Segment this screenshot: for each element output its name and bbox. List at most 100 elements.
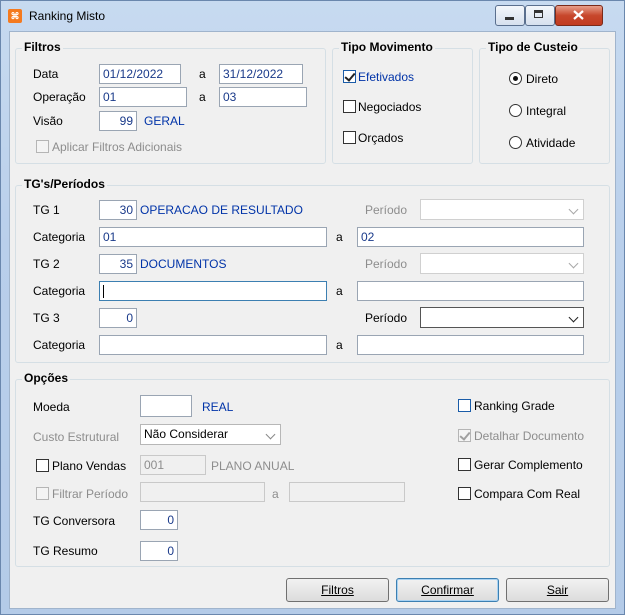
- tg2-periodo-label: Período: [365, 257, 408, 271]
- integral-label: Integral: [526, 104, 567, 118]
- plano-vendas-checkbox[interactable]: [36, 459, 49, 472]
- tg3-label: TG 3: [33, 311, 60, 325]
- visao-description: GERAL: [144, 114, 185, 128]
- moeda-field[interactable]: [140, 395, 192, 417]
- tg-resumo-field[interactable]: 0: [140, 541, 178, 561]
- efetivados-checkbox[interactable]: [343, 70, 356, 83]
- negociados-checkbox[interactable]: [343, 100, 356, 113]
- ranking-grade-checkbox[interactable]: [458, 399, 471, 412]
- sair-button-label: Sair: [546, 583, 569, 597]
- aplicar-filtros-label: Aplicar Filtros Adicionais: [52, 140, 183, 154]
- ranking-grade-label: Ranking Grade: [474, 399, 555, 413]
- aplicar-filtros-checkbox[interactable]: [36, 140, 49, 153]
- filtros-group: Filtros Data 01/12/2022 a 31/12/2022 Ope…: [15, 40, 326, 164]
- compara-com-real-label: Compara Com Real: [474, 487, 581, 501]
- sair-button[interactable]: Sair: [506, 578, 609, 602]
- visao-field[interactable]: 99: [99, 111, 137, 131]
- tg1-periodo-label: Período: [365, 203, 408, 217]
- atividade-radio[interactable]: [509, 136, 522, 149]
- close-button[interactable]: [555, 5, 603, 26]
- categoria3-label: Categoria: [33, 338, 86, 352]
- operacao-label: Operação: [33, 90, 86, 104]
- opcoes-group: Opções Moeda REAL Custo Estrutural Não C…: [15, 371, 610, 567]
- tg1-periodo-select[interactable]: [420, 199, 584, 220]
- detalhar-documento-label: Detalhar Documento: [474, 429, 585, 443]
- categoria3-from-field[interactable]: [99, 335, 327, 355]
- operacao-sep-label: a: [199, 90, 206, 104]
- maximize-button[interactable]: [525, 5, 555, 26]
- categoria2-sep-label: a: [336, 284, 343, 298]
- tg3-periodo-label: Período: [365, 311, 408, 325]
- filtrar-periodo-sep-label: a: [272, 487, 279, 501]
- filtros-button[interactable]: Filtros: [286, 578, 389, 602]
- confirmar-button[interactable]: Confirmar: [396, 578, 499, 602]
- operacao-to-field[interactable]: 03: [219, 87, 307, 107]
- categoria2-from-field[interactable]: [99, 281, 327, 301]
- plano-vendas-field[interactable]: 001: [140, 455, 206, 475]
- data-from-field[interactable]: 01/12/2022: [99, 64, 181, 84]
- negociados-label: Negociados: [358, 100, 422, 114]
- gerar-complemento-checkbox[interactable]: [458, 458, 471, 471]
- categoria1-sep-label: a: [336, 230, 343, 244]
- plano-vendas-description: PLANO ANUAL: [211, 459, 295, 473]
- compara-com-real-checkbox[interactable]: [458, 487, 471, 500]
- categoria1-from-field[interactable]: 01: [99, 227, 327, 247]
- categoria1-to-field[interactable]: 02: [357, 227, 584, 247]
- orcados-label: Orçados: [358, 131, 404, 145]
- tg3-field[interactable]: 0: [99, 308, 137, 328]
- text-caret: [103, 285, 104, 299]
- tg2-periodo-select[interactable]: [420, 253, 584, 274]
- integral-radio[interactable]: [509, 104, 522, 117]
- orcados-checkbox[interactable]: [343, 131, 356, 144]
- custo-estrutural-label: Custo Estrutural: [33, 430, 120, 444]
- custo-estrutural-value: Não Considerar: [144, 427, 229, 441]
- filtrar-periodo-label: Filtrar Período: [52, 487, 129, 501]
- app-icon: ⌘: [8, 9, 22, 23]
- operacao-from-field[interactable]: 01: [99, 87, 187, 107]
- tg-conversora-field[interactable]: 0: [140, 510, 178, 530]
- visao-label: Visão: [33, 114, 63, 128]
- window-title: Ranking Misto: [29, 9, 106, 23]
- tg-conversora-label: TG Conversora: [33, 514, 116, 528]
- maximize-icon: [534, 10, 543, 18]
- direto-label: Direto: [526, 72, 559, 86]
- categoria3-to-field[interactable]: [357, 335, 584, 355]
- categoria2-to-field[interactable]: [357, 281, 584, 301]
- filtros-button-label: Filtros: [321, 583, 354, 597]
- atividade-label: Atividade: [526, 136, 576, 150]
- dialog-body: Filtros Data 01/12/2022 a 31/12/2022 Ope…: [9, 31, 616, 609]
- tg1-label: TG 1: [33, 203, 60, 217]
- tg2-label: TG 2: [33, 257, 60, 271]
- tg3-periodo-select[interactable]: [420, 307, 584, 328]
- data-to-field[interactable]: 31/12/2022: [219, 64, 303, 84]
- filtrar-periodo-from-field[interactable]: [140, 482, 265, 502]
- ranking-misto-window: ⌘ Ranking Misto Filtros Data 01/12/2022 …: [0, 0, 625, 615]
- tg1-field[interactable]: 30: [99, 200, 137, 220]
- gerar-complemento-label: Gerar Complemento: [474, 458, 583, 472]
- tg2-field[interactable]: 35: [99, 254, 137, 274]
- tipo-custeio-legend: Tipo de Custeio: [486, 40, 580, 54]
- filtrar-periodo-to-field[interactable]: [289, 482, 405, 502]
- filtrar-periodo-checkbox[interactable]: [36, 487, 49, 500]
- plano-vendas-label: Plano Vendas: [52, 459, 127, 473]
- filtros-legend: Filtros: [22, 40, 63, 54]
- tgs-periodos-legend: TG's/Períodos: [22, 177, 107, 191]
- detalhar-documento-checkbox[interactable]: [458, 429, 471, 442]
- moeda-description: REAL: [202, 400, 234, 414]
- categoria1-label: Categoria: [33, 230, 86, 244]
- opcoes-legend: Opções: [22, 371, 71, 385]
- minimize-button[interactable]: [495, 5, 525, 26]
- custo-estrutural-select[interactable]: Não Considerar: [140, 424, 281, 445]
- data-label: Data: [33, 67, 59, 81]
- direto-radio[interactable]: [509, 72, 522, 85]
- categoria2-label: Categoria: [33, 284, 86, 298]
- tg1-description: OPERACAO DE RESULTADO: [140, 203, 303, 217]
- tipo-movimento-legend: Tipo Movimento: [339, 40, 435, 54]
- tgs-periodos-group: TG's/Períodos TG 1 30 OPERACAO DE RESULT…: [15, 177, 610, 363]
- confirmar-button-label: Confirmar: [421, 583, 474, 597]
- title-bar[interactable]: ⌘ Ranking Misto: [1, 1, 624, 31]
- moeda-label: Moeda: [33, 400, 70, 414]
- tg-resumo-label: TG Resumo: [33, 544, 98, 558]
- categoria3-sep-label: a: [336, 338, 343, 352]
- tipo-movimento-group: Tipo Movimento Efetivados Negociados Orç…: [332, 40, 473, 164]
